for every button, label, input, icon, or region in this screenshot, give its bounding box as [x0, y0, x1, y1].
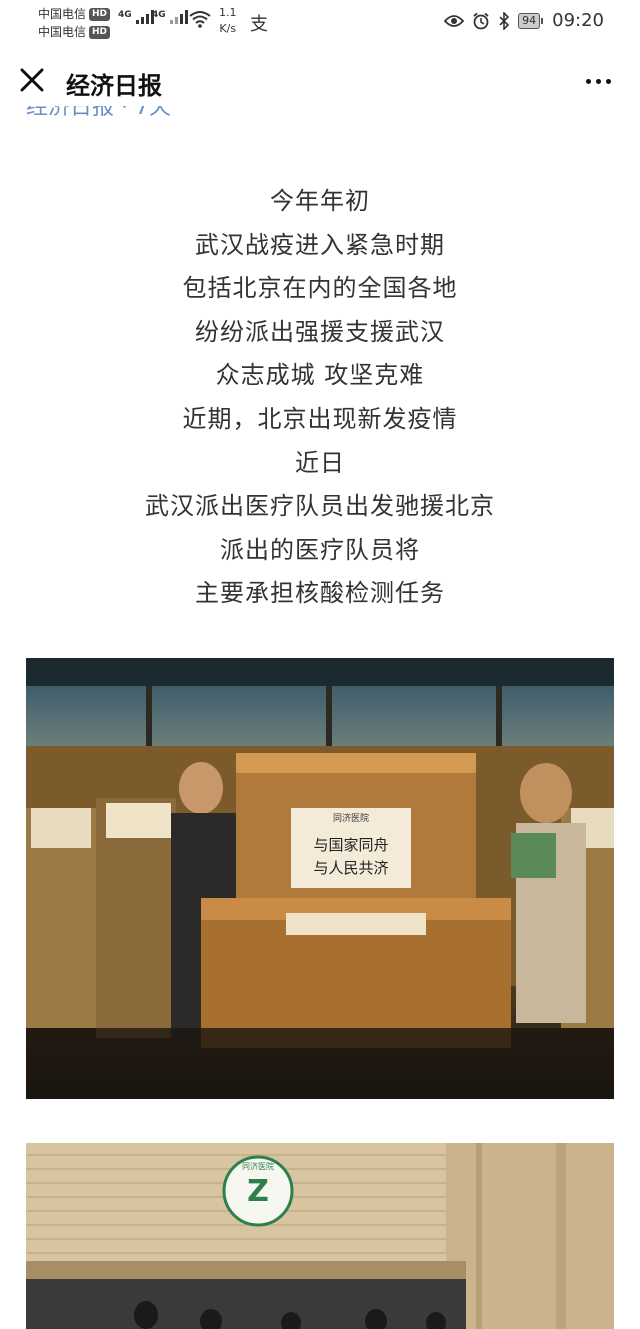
status-bar: 中国电信 HD 中国电信 HD 4G 4G 1.1 K/s 支 94 09:20: [0, 0, 640, 46]
logo-text: 同济医院: [242, 1161, 274, 1171]
close-button[interactable]: [14, 62, 50, 98]
signal-icon: 4G: [118, 10, 154, 24]
wifi-icon: [189, 11, 211, 28]
article-line: 今年年初: [270, 187, 370, 215]
article-line: 纷纷派出强援支援武汉: [195, 317, 445, 346]
article-line: 武汉派出医疗队员出发驰援北京: [145, 492, 495, 521]
hospital-photo-illustration: Z 同济医院: [26, 1143, 614, 1329]
status-time: 09:20: [552, 10, 604, 31]
speed-value: 1.1: [219, 6, 237, 19]
status-icons-right: 94 09:20: [444, 10, 604, 31]
network-type-label: 4G: [152, 10, 166, 20]
article-photo-train[interactable]: 同济医院 与国家同舟 与人民共济: [26, 658, 614, 1099]
box-label-line2: 与人民共济: [313, 859, 388, 877]
box-label-header: 同济医院: [333, 812, 369, 824]
network-speed: 1.1 K/s: [219, 5, 237, 37]
hospital-logo: Z 同济医院: [222, 1155, 294, 1227]
article-line: 主要承担核酸检测任务: [195, 579, 445, 608]
article-meta-partial: 经济日报 · 7天: [26, 106, 171, 126]
hd-badge: HD: [89, 7, 111, 21]
article-line: 近期，北京出现新发疫情: [182, 404, 458, 433]
svg-text:Z: Z: [247, 1174, 269, 1209]
carrier-2-label: 中国电信: [38, 25, 87, 39]
eye-icon: [444, 14, 465, 27]
article-text: 今年年初 武汉战疫进入紧急时期 包括北京在内的全国各地 纷纷派出强援支援武汉 众…: [0, 180, 640, 616]
box-label-line1: 与国家同舟: [313, 836, 388, 854]
signal-icon: 4G: [152, 10, 188, 24]
speed-unit: K/s: [219, 22, 237, 35]
article-line: 众志成城 攻坚克难: [215, 361, 425, 390]
hd-badge: HD: [89, 25, 111, 39]
train-photo-illustration: 同济医院 与国家同舟 与人民共济: [26, 658, 614, 1099]
article-line: 近日: [295, 448, 345, 477]
alarm-icon: [473, 12, 489, 29]
article-photo-hospital[interactable]: Z 同济医院: [26, 1143, 614, 1329]
more-button[interactable]: [578, 66, 618, 96]
bluetooth-icon: [499, 11, 510, 30]
more-icon: [585, 78, 591, 84]
article-line: 派出的医疗队员将: [220, 535, 420, 564]
alipay-icon: 支: [250, 14, 268, 35]
network-type-label: 4G: [118, 10, 132, 20]
carrier-info: 中国电信 HD 中国电信 HD: [38, 5, 111, 41]
article-line: 武汉战疫进入紧急时期: [195, 230, 445, 259]
close-icon: [20, 68, 44, 92]
carrier-1-label: 中国电信: [38, 7, 87, 21]
article-meta-text: 经济日报 · 7天: [26, 106, 171, 120]
battery-icon: 94: [518, 12, 544, 29]
article-line: 包括北京在内的全国各地: [182, 274, 458, 303]
page-title: 经济日报: [66, 72, 162, 100]
